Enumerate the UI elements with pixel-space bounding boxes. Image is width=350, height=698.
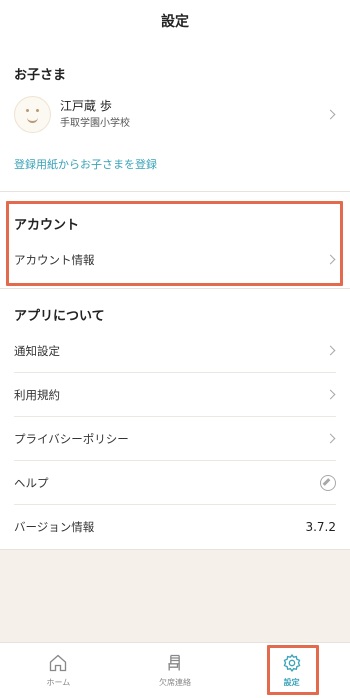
compass-icon bbox=[320, 475, 336, 491]
tab-settings[interactable]: 設定 bbox=[233, 643, 350, 698]
page-header: 設定 bbox=[0, 0, 350, 43]
about-section-title: アプリについて bbox=[14, 309, 105, 324]
chevron-right-icon bbox=[325, 109, 336, 120]
version-label: バージョン情報 bbox=[14, 520, 95, 534]
privacy-policy-row[interactable]: プライバシーポリシー bbox=[0, 417, 350, 461]
version-value: 3.7.2 bbox=[305, 520, 336, 534]
tab-home[interactable]: ホーム bbox=[0, 643, 117, 698]
tab-home-label: ホーム bbox=[46, 678, 71, 687]
page-title: 設定 bbox=[161, 14, 189, 30]
version-row: バージョン情報 3.7.2 bbox=[0, 505, 350, 549]
chevron-right-icon bbox=[325, 433, 336, 444]
tab-settings-label: 設定 bbox=[283, 678, 300, 687]
child-avatar bbox=[14, 95, 51, 133]
about-section: アプリについて 通知設定 利用規約 プライバシーポリシー ヘルプ バージョン情報… bbox=[0, 289, 350, 549]
help-label: ヘルプ bbox=[14, 476, 49, 490]
child-row[interactable]: 江戸蔵 歩 手取学園小学校 bbox=[0, 92, 350, 136]
chevron-right-icon bbox=[325, 389, 336, 400]
tab-absence[interactable]: 欠席連絡 bbox=[117, 643, 234, 698]
chevron-right-icon bbox=[325, 254, 336, 265]
child-name: 江戸蔵 歩 bbox=[60, 98, 112, 113]
account-info-label: アカウント情報 bbox=[14, 253, 95, 267]
account-section: アカウント アカウント情報 bbox=[0, 192, 350, 289]
terms-label: 利用規約 bbox=[14, 388, 60, 402]
children-section-title: お子さま bbox=[14, 68, 67, 83]
child-school: 手取学園小学校 bbox=[60, 117, 130, 129]
help-row[interactable]: ヘルプ bbox=[0, 461, 350, 505]
tab-absence-label: 欠席連絡 bbox=[159, 678, 191, 687]
empty-background bbox=[0, 549, 350, 643]
register-child-link[interactable]: 登録用紙からお子さまを登録 bbox=[14, 156, 157, 172]
children-section: お子さま 江戸蔵 歩 手取学園小学校 登録用紙からお子さまを登録 bbox=[0, 42, 350, 192]
account-info-row[interactable]: アカウント情報 bbox=[0, 238, 350, 282]
chair-icon bbox=[168, 654, 180, 671]
notification-settings-row[interactable]: 通知設定 bbox=[0, 329, 350, 373]
notification-settings-label: 通知設定 bbox=[14, 344, 60, 358]
chevron-right-icon bbox=[325, 345, 336, 356]
privacy-policy-label: プライバシーポリシー bbox=[14, 432, 129, 446]
terms-row[interactable]: 利用規約 bbox=[0, 373, 350, 417]
account-section-title: アカウント bbox=[14, 218, 80, 233]
tab-bar: ホーム 欠席連絡 設定 bbox=[0, 642, 350, 698]
home-icon bbox=[50, 654, 67, 672]
gear-icon bbox=[283, 654, 301, 673]
